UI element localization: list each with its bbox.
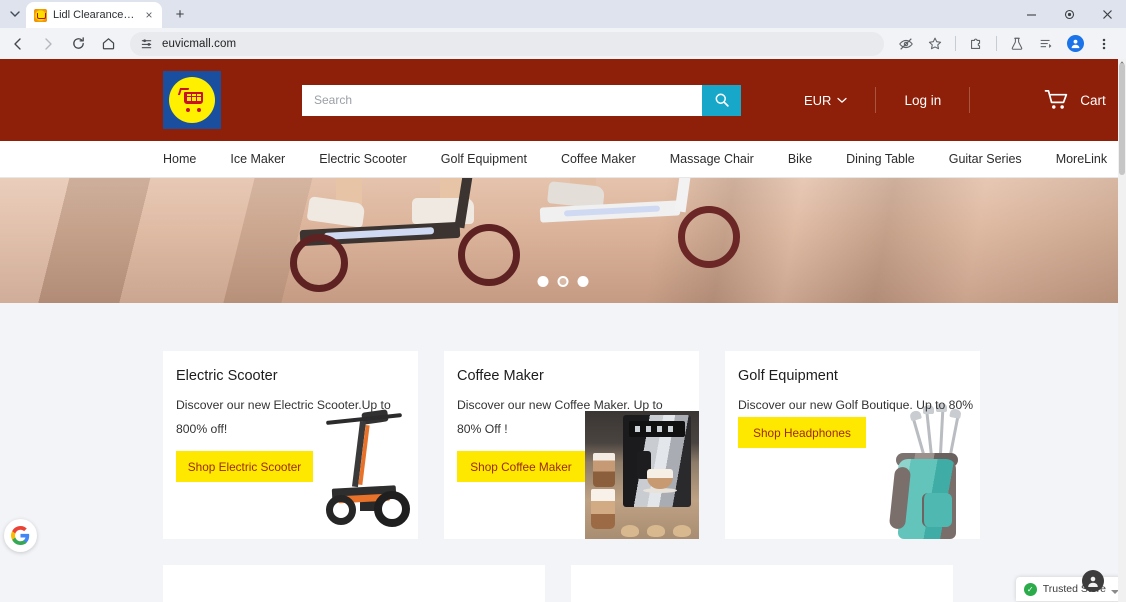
nav-item-golf-equipment[interactable]: Golf Equipment <box>424 152 544 166</box>
browser-tab[interactable]: Lidl Clearance store × <box>26 2 162 28</box>
labs-flask-icon[interactable] <box>1003 30 1031 58</box>
card-title: Electric Scooter <box>176 368 278 384</box>
card-description: Discover our new Electric Scooter.Up to … <box>176 398 391 436</box>
tab-search-button[interactable] <box>4 2 26 26</box>
cart-label: Cart <box>1080 92 1106 108</box>
promo-cards-row: Electric Scooter Discover our new Electr… <box>0 351 1126 539</box>
address-bar[interactable]: euvicmall.com <box>130 31 884 56</box>
trusted-store-badge[interactable]: ✓ Trusted Store <box>1015 577 1122 601</box>
browser-menu-kebab-icon[interactable] <box>1090 30 1118 58</box>
nav-item-guitar-series[interactable]: Guitar Series <box>932 152 1039 166</box>
header-divider-1 <box>875 87 877 113</box>
cart-icon <box>1044 89 1070 111</box>
page-scrollbar[interactable] <box>1118 59 1126 602</box>
header-right-actions: EUR Log in Cart <box>804 87 1106 113</box>
nav-item-coffee-maker[interactable]: Coffee Maker <box>544 152 653 166</box>
scrollbar-thumb[interactable] <box>1119 63 1125 175</box>
back-arrow-icon[interactable] <box>4 30 32 58</box>
promo-cards-row-2 <box>0 565 1126 602</box>
site-settings-tune-icon[interactable] <box>140 37 153 50</box>
currency-label: EUR <box>804 92 832 108</box>
home-icon[interactable] <box>94 30 122 58</box>
search-input[interactable] <box>302 84 702 116</box>
split-view-list-icon[interactable] <box>1032 30 1060 58</box>
toolbar-divider-2 <box>996 36 997 51</box>
card-title: Golf Equipment <box>738 368 838 384</box>
nav-item-more-link[interactable]: MoreLink <box>1039 152 1124 166</box>
extensions-puzzle-icon[interactable] <box>962 30 990 58</box>
new-tab-button[interactable]: + <box>167 2 193 26</box>
promo-card-electric-scooter[interactable]: Electric Scooter Discover our new Electr… <box>163 351 418 539</box>
shop-headphones-button[interactable]: Shop Headphones <box>738 417 866 448</box>
carousel-dot-2[interactable] <box>557 276 569 287</box>
google-reviews-badge[interactable] <box>4 519 37 552</box>
nav-item-massage-chair[interactable]: Massage Chair <box>653 152 771 166</box>
currency-selector[interactable]: EUR <box>804 92 848 108</box>
url-text: euvicmall.com <box>162 37 237 50</box>
browser-toolbar: euvicmall.com <box>0 28 1126 59</box>
site-navigation: Home Ice Maker Electric Scooter Golf Equ… <box>0 141 1126 178</box>
tab-title: Lidl Clearance store <box>53 9 136 21</box>
window-controls <box>1012 0 1126 28</box>
nav-item-dining-table[interactable]: Dining Table <box>829 152 932 166</box>
search-form <box>302 84 741 116</box>
nav-item-home[interactable]: Home <box>163 152 213 166</box>
tab-strip: Lidl Clearance store × + <box>0 0 1126 28</box>
profile-avatar-icon[interactable] <box>1061 30 1089 58</box>
forward-arrow-icon[interactable] <box>34 30 62 58</box>
minimize-button[interactable] <box>1012 0 1050 28</box>
tab-close-icon[interactable]: × <box>142 8 156 22</box>
carousel-dots <box>537 276 589 287</box>
page-viewport: EUR Log in Cart <box>0 59 1126 602</box>
shop-coffee-maker-button[interactable]: Shop Coffee Maker <box>457 451 585 482</box>
hero-scooter-left <box>290 178 540 303</box>
tab-favicon-icon <box>34 8 47 22</box>
nav-item-bike[interactable]: Bike <box>771 152 829 166</box>
card-description: Discover our new Coffee Maker. Up to 80%… <box>457 398 663 436</box>
site-logo[interactable] <box>163 71 221 129</box>
card-title: Coffee Maker <box>457 368 544 384</box>
login-link[interactable]: Log in <box>904 93 941 108</box>
carousel-dot-1[interactable] <box>537 276 549 287</box>
logo-circle <box>169 77 215 123</box>
reload-icon[interactable] <box>64 30 92 58</box>
page-content: Electric Scooter Discover our new Electr… <box>0 303 1126 602</box>
promo-card-coffee-maker[interactable]: Coffee Maker Discover our new Coffee Mak… <box>444 351 699 539</box>
maximize-button[interactable] <box>1050 0 1088 28</box>
cart-link[interactable]: Cart <box>1044 89 1106 111</box>
tracking-protection-eye-slash-icon[interactable] <box>892 30 920 58</box>
google-g-icon <box>11 526 30 545</box>
search-icon <box>714 92 730 108</box>
bookmark-star-icon[interactable] <box>921 30 949 58</box>
green-shield-check-icon: ✓ <box>1023 582 1037 596</box>
shop-electric-scooter-button[interactable]: Shop Electric Scooter <box>176 451 313 482</box>
search-button[interactable] <box>702 84 741 116</box>
header-divider-2 <box>969 87 971 113</box>
promo-card-partial-1[interactable] <box>163 565 545 602</box>
promo-card-golf-equipment[interactable]: Golf Equipment Discover our new Golf Bou… <box>725 351 980 539</box>
browser-window: Lidl Clearance store × + <box>0 0 1126 602</box>
site-header: EUR Log in Cart <box>0 59 1126 141</box>
toolbar-actions <box>892 30 1118 58</box>
nav-item-ice-maker[interactable]: Ice Maker <box>213 152 302 166</box>
chevron-down-icon <box>837 97 848 104</box>
promo-card-partial-2[interactable] <box>571 565 953 602</box>
toolbar-divider <box>955 36 956 51</box>
mouse-cursor <box>1082 570 1104 592</box>
carousel-dot-3[interactable] <box>577 276 589 287</box>
hero-carousel[interactable] <box>0 178 1126 303</box>
logo-cart-icon <box>177 88 205 112</box>
close-window-button[interactable] <box>1088 0 1126 28</box>
nav-item-electric-scooter[interactable]: Electric Scooter <box>302 152 424 166</box>
